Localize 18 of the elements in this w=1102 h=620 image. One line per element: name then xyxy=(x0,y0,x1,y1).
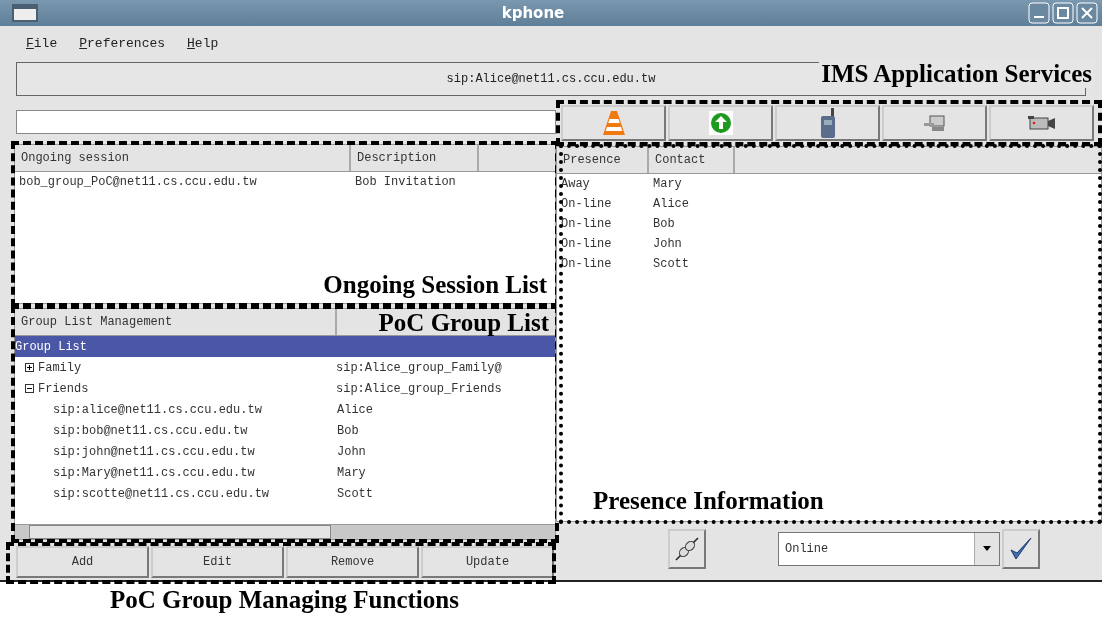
table-cell-text: John xyxy=(652,237,683,251)
annotation-label: Ongoing Session List xyxy=(323,271,547,299)
table-cell-text: Bob xyxy=(652,217,676,231)
table-cell-text: On-line xyxy=(560,237,613,251)
annotation-label: IMS Application Services xyxy=(819,60,1094,88)
table-cell-text: On-line xyxy=(560,217,613,231)
table-cell-text: On-line xyxy=(560,197,613,211)
table-cell-text: Alice xyxy=(652,197,690,211)
table-cell-text: Mary xyxy=(652,177,683,191)
table-cell-text: bob_group_PoC@net11.cs.ccu.edu.tw xyxy=(18,175,258,189)
table-cell-text: Bob Invitation xyxy=(354,175,457,189)
annotation-label: PoC Group List xyxy=(378,309,549,337)
table-cell-text: Scott xyxy=(652,257,690,271)
window-title: kphone xyxy=(501,4,565,23)
annotation-label: Presence Information xyxy=(593,487,824,515)
annotation-label: PoC Group Managing Functions xyxy=(110,586,459,614)
table-cell-text: On-line xyxy=(560,257,613,271)
table-cell-text: Away xyxy=(560,177,591,191)
